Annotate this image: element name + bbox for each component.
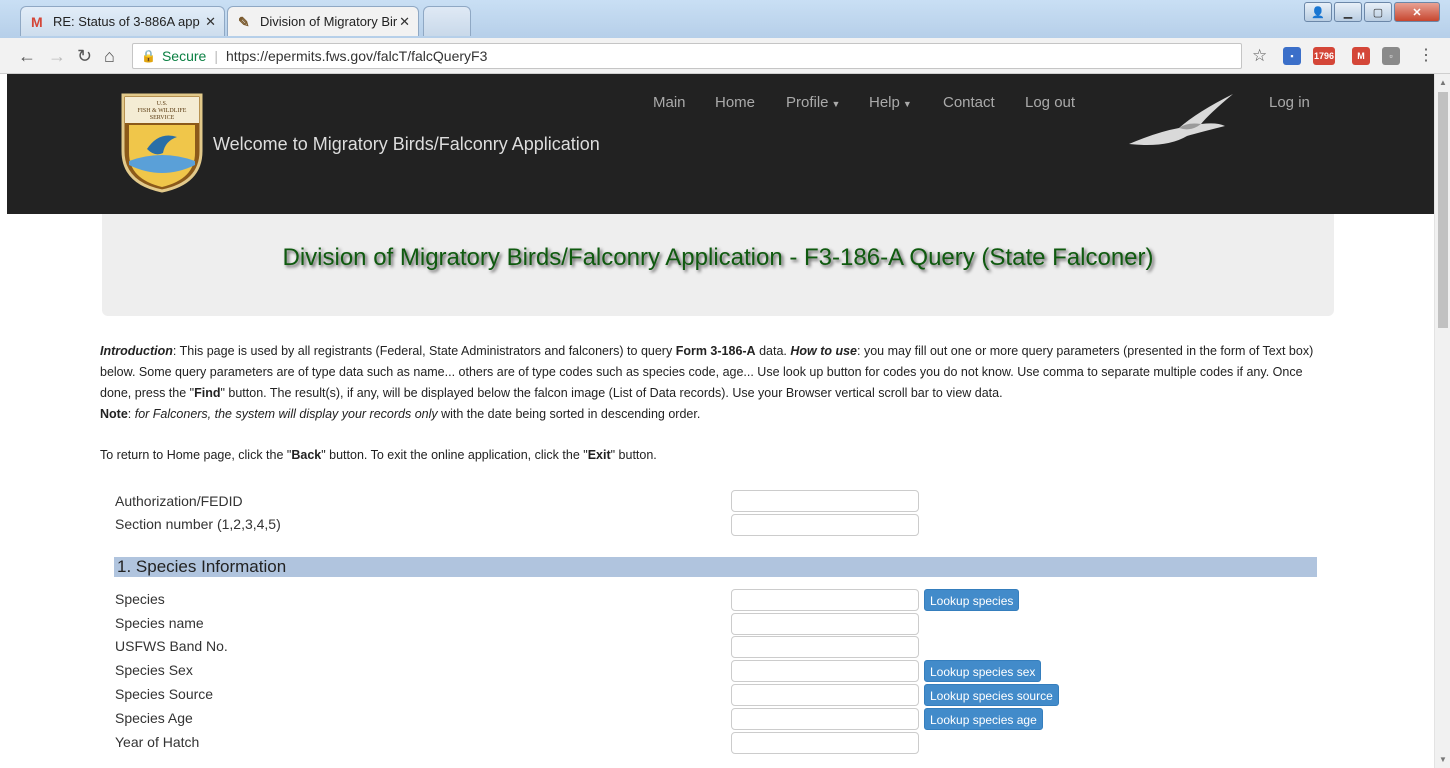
gmail-count-badge[interactable]: 1796 — [1313, 47, 1335, 65]
site-header: U.S. FISH & WILDLIFE SERVICE Welcome to … — [7, 74, 1434, 214]
return-instructions: To return to Home page, click the "Back"… — [100, 448, 657, 462]
species-name-input[interactable] — [731, 613, 919, 635]
falcon-favicon-icon: ✎ — [238, 13, 250, 30]
gmail-icon: M — [31, 13, 43, 30]
year-of-hatch-input[interactable] — [731, 732, 919, 754]
section-species-header: 1. Species Information — [114, 557, 1317, 577]
scroll-up-icon[interactable]: ▲ — [1439, 78, 1447, 87]
nav-logout[interactable]: Log out — [1025, 94, 1075, 111]
star-icon[interactable]: ☆ — [1252, 46, 1267, 66]
page-title: Division of Migratory Birds/Falconry App… — [282, 244, 1154, 271]
address-bar[interactable]: 🔒 Secure | https://epermits.fws.gov/falc… — [132, 43, 1242, 69]
new-tab-button[interactable] — [423, 6, 471, 36]
extension-icon[interactable]: ▫ — [1382, 47, 1400, 65]
tab-division[interactable]: ✎ Division of Migratory Bir ✕ — [227, 6, 419, 36]
falcon-image-icon — [1129, 94, 1233, 145]
close-window-button[interactable]: ✕ — [1394, 2, 1440, 22]
reload-icon[interactable]: ↻ — [77, 46, 92, 66]
caret-down-icon: ▼ — [831, 99, 841, 109]
nav-profile[interactable]: Profile ▼ — [786, 94, 840, 111]
close-icon[interactable]: ✕ — [205, 14, 216, 30]
title-banner: Division of Migratory Birds/Falconry App… — [102, 214, 1334, 316]
url-text: https://epermits.fws.gov/falcT/falcQuery… — [225, 48, 488, 64]
species-age-input[interactable] — [731, 708, 919, 730]
close-icon[interactable]: ✕ — [399, 14, 410, 30]
authorization-input[interactable] — [731, 490, 919, 512]
species-sex-label: Species Sex — [115, 662, 193, 678]
lookup-species-age-button[interactable]: Lookup species age — [924, 708, 1043, 730]
maximize-button[interactable]: ▢ — [1364, 2, 1392, 22]
back-arrow-icon[interactable]: ← — [18, 46, 36, 66]
scroll-down-icon[interactable]: ▼ — [1439, 755, 1447, 764]
web-page: U.S. FISH & WILDLIFE SERVICE Welcome to … — [0, 74, 1434, 768]
note-text: for Falconers, the system will display y… — [134, 407, 438, 421]
nav-main[interactable]: Main — [653, 94, 686, 111]
browser-toolbar: ← → ↻ ⌂ 🔒 Secure | https://epermits.fws.… — [0, 38, 1450, 74]
lookup-species-sex-button[interactable]: Lookup species sex — [924, 660, 1042, 682]
section-number-input[interactable] — [731, 514, 919, 536]
lookup-species-source-button[interactable]: Lookup species source — [924, 684, 1059, 706]
secure-label: Secure — [161, 48, 207, 64]
extension-icon[interactable]: ▪ — [1283, 47, 1301, 65]
nav-contact[interactable]: Contact — [943, 94, 995, 111]
species-source-input[interactable] — [731, 684, 919, 706]
minimize-button[interactable]: ▁ — [1334, 2, 1362, 22]
intro-label: Introduction — [100, 344, 173, 358]
note-label: Note — [100, 407, 128, 421]
lookup-species-button[interactable]: Lookup species — [924, 589, 1020, 611]
lock-icon: 🔒 — [141, 49, 156, 63]
menu-icon[interactable]: ⋮ — [1418, 46, 1434, 66]
logo-text: SERVICE — [150, 115, 175, 121]
logo-text: FISH & WILDLIFE — [138, 108, 187, 114]
nav-home[interactable]: Home — [715, 94, 755, 111]
tab-title: RE: Status of 3-886A app — [53, 14, 200, 29]
find-text: Find — [194, 386, 221, 400]
form-name: Form 3-186-A — [675, 344, 756, 358]
window-controls: 👤 ▁ ▢ ✕ — [1304, 2, 1440, 22]
scroll-thumb[interactable] — [1438, 92, 1448, 328]
intro-paragraph: Introduction: This page is used by all r… — [100, 344, 1314, 421]
species-sex-input[interactable] — [731, 660, 919, 682]
vertical-scrollbar[interactable]: ▲ ▼ — [1434, 74, 1450, 768]
gmail-checker-icon[interactable]: M — [1352, 47, 1370, 65]
section-number-label: Section number (1,2,3,4,5) — [115, 516, 281, 532]
nav-login[interactable]: Log in — [1269, 94, 1310, 111]
species-input[interactable] — [731, 589, 919, 611]
band-number-input[interactable] — [731, 636, 919, 658]
user-icon[interactable]: 👤 — [1304, 2, 1332, 22]
how-to-use-label: How to use — [790, 344, 858, 358]
home-icon[interactable]: ⌂ — [104, 46, 115, 66]
welcome-text: Welcome to Migratory Birds/Falconry Appl… — [213, 134, 600, 154]
browser-titlebar: M RE: Status of 3-886A app ✕ ✎ Division … — [0, 0, 1450, 38]
fws-logo-icon[interactable]: U.S. FISH & WILDLIFE SERVICE — [119, 91, 205, 193]
nav-help[interactable]: Help ▼ — [869, 94, 912, 111]
tab-title: Division of Migratory Bir — [260, 14, 398, 29]
species-source-label: Species Source — [115, 686, 214, 702]
year-of-hatch-label: Year of Hatch — [115, 734, 200, 750]
species-label: Species — [115, 591, 165, 607]
caret-down-icon: ▼ — [902, 99, 912, 109]
species-age-label: Species Age — [115, 710, 193, 726]
forward-arrow-icon[interactable]: → — [48, 46, 66, 66]
logo-text: U.S. — [157, 101, 168, 107]
species-name-label: Species name — [115, 615, 204, 631]
authorization-label: Authorization/FEDID — [115, 493, 243, 509]
tab-gmail[interactable]: M RE: Status of 3-886A app ✕ — [20, 6, 225, 36]
band-number-label: USFWS Band No. — [115, 638, 228, 654]
